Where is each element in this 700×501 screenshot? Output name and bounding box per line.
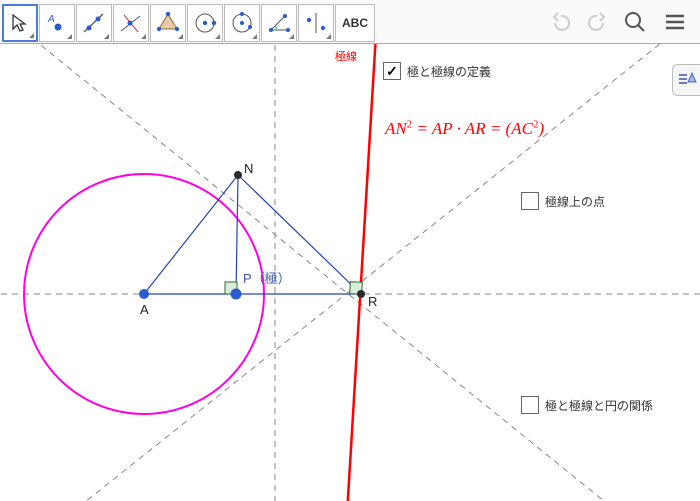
geometry-canvas[interactable]: 極線 A N R P（極） AN2 = AP · AR = (AC2) 極と極線… — [0, 44, 700, 501]
tool-line[interactable] — [76, 4, 112, 42]
checkbox-relation[interactable] — [521, 396, 539, 414]
diag-2 — [70, 44, 700, 501]
checkbox-definition-label: 極と極線の定義 — [407, 63, 491, 80]
redo-button[interactable] — [582, 9, 608, 35]
tool-perpendicular[interactable] — [113, 4, 149, 42]
seg-AN — [144, 175, 238, 294]
toolbar: A ABC — [0, 0, 700, 44]
tool-reflect[interactable] — [298, 4, 334, 42]
tool-circle-3pt[interactable] — [224, 4, 260, 42]
tool-angle[interactable] — [261, 4, 297, 42]
search-button[interactable] — [622, 9, 648, 35]
checkbox-relation-row: 極と極線と円の関係 — [521, 396, 653, 414]
seg-NP — [236, 175, 238, 294]
diag-1 — [0, 44, 620, 501]
right-tools — [550, 9, 700, 35]
formula: AN2 = AP · AR = (AC2) — [385, 118, 544, 139]
point-R — [357, 290, 365, 298]
formula-text: AN2 = AP · AR = (AC2) — [385, 119, 544, 138]
geometry-svg — [0, 44, 700, 501]
point-N — [234, 171, 242, 179]
tool-group: A ABC — [0, 2, 376, 42]
tool-text[interactable]: ABC — [335, 4, 375, 42]
point-P — [231, 289, 242, 300]
label-R: R — [368, 294, 377, 309]
svg-text:A: A — [47, 14, 55, 25]
tool-polygon[interactable] — [150, 4, 186, 42]
menu-button[interactable] — [662, 9, 688, 35]
undo-button[interactable] — [550, 9, 576, 35]
polar-line — [347, 44, 376, 501]
tool-point[interactable]: A — [39, 4, 75, 42]
checkbox-point-on-polar-label: 極線上の点 — [545, 193, 605, 210]
checkbox-relation-label: 極と極線と円の関係 — [545, 397, 653, 414]
label-P-pole: P（極） — [243, 268, 291, 287]
checkbox-point-on-polar[interactable] — [521, 192, 539, 210]
label-N: N — [244, 161, 253, 176]
style-panel-toggle[interactable] — [672, 64, 700, 96]
label-A: A — [140, 302, 149, 317]
checkbox-definition[interactable] — [383, 62, 401, 80]
checkbox-point-on-polar-row: 極線上の点 — [521, 192, 605, 210]
point-A — [139, 289, 149, 299]
tool-move[interactable] — [2, 4, 38, 42]
checkbox-definition-row: 極と極線の定義 — [383, 62, 491, 80]
tool-circle-center[interactable] — [187, 4, 223, 42]
polar-line-label: 極線 — [335, 48, 357, 64]
